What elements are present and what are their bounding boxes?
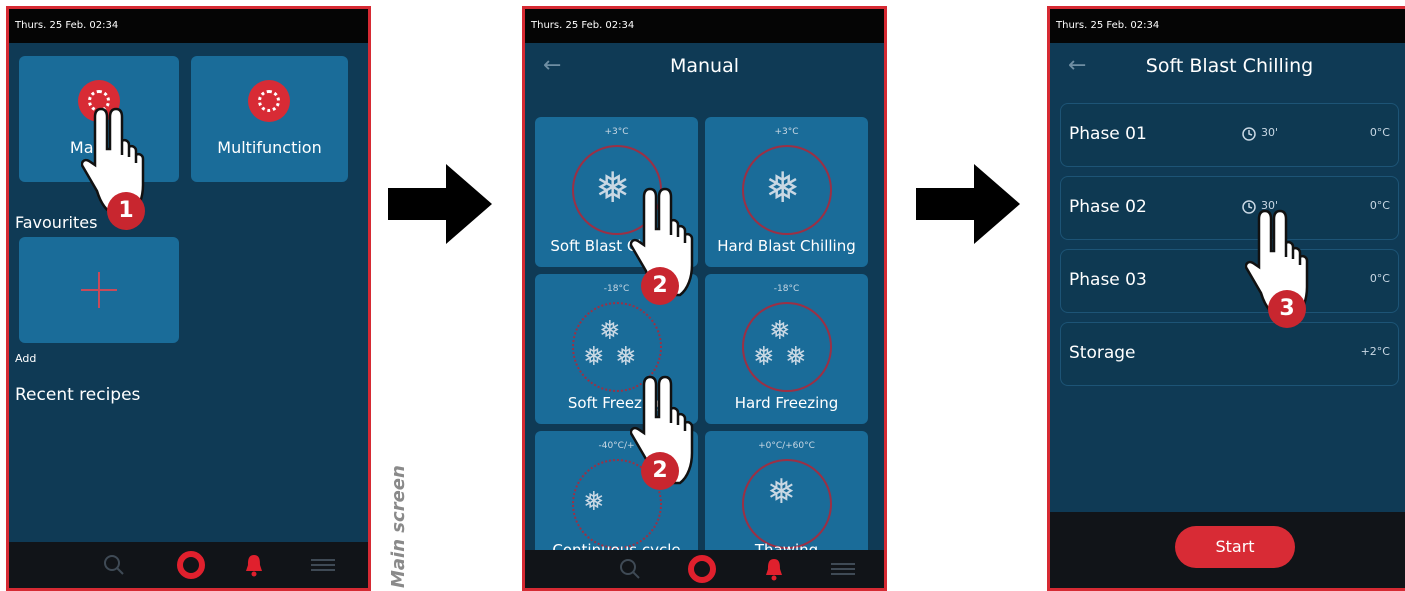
tile-label: Hard Freezing xyxy=(734,394,839,412)
tile-multifunction[interactable]: Multifunction xyxy=(191,56,348,182)
menu-icon[interactable] xyxy=(309,552,337,578)
snowflake-icon: ❅ xyxy=(767,472,796,512)
snowflake-icon: ❅ xyxy=(753,342,775,372)
menu-icon[interactable] xyxy=(829,556,857,582)
step-3-badge: 3 xyxy=(1268,290,1306,328)
main-screen: Thurs. 25 Feb. 02:34 Manual Multifunctio… xyxy=(6,6,371,591)
page-title: Manual xyxy=(669,55,740,77)
tile-hard-freezing[interactable]: -18°C ❅ ❅ ❅ Hard Freezing xyxy=(705,274,868,424)
search-icon[interactable] xyxy=(617,556,643,582)
tile-temp: -18°C xyxy=(773,284,800,294)
phase-temp: +2°C xyxy=(1360,345,1390,358)
snowflake-icon: ❅ xyxy=(583,342,605,372)
phase-name: Phase 03 xyxy=(1069,270,1147,290)
status-time: Thurs. 25 Feb. 02:34 xyxy=(15,20,119,31)
phase-row[interactable]: Phase 03 0°C xyxy=(1060,249,1399,313)
tile-hard-blast-chilling[interactable]: +3°C ❅ Hard Blast Chilling xyxy=(705,117,868,267)
step-1-badge: 1 xyxy=(107,192,145,230)
bottom-nav xyxy=(525,550,884,588)
tile-temp: +0°C/+60°C xyxy=(758,441,815,451)
bell-icon[interactable] xyxy=(243,552,265,578)
status-time: Thurs. 25 Feb. 02:34 xyxy=(1056,20,1160,31)
tile-temp: +3°C xyxy=(774,127,799,137)
status-bar: Thurs. 25 Feb. 02:34 xyxy=(525,9,884,43)
phase-temp: 0°C xyxy=(1369,272,1390,285)
search-icon[interactable] xyxy=(101,552,127,578)
phase-row[interactable]: Phase 01 30' 0°C xyxy=(1060,103,1399,167)
manual-screen: Thurs. 25 Feb. 02:34 ← Manual +3°C ❅ Sof… xyxy=(522,6,887,591)
add-favourite-tile[interactable] xyxy=(19,237,179,343)
snowflake-icon: ❅ xyxy=(595,163,631,212)
step-2-badge: 2 xyxy=(641,452,679,490)
recent-recipes-heading: Recent recipes xyxy=(15,385,141,405)
tile-label: Hard Blast Chilling xyxy=(717,237,856,255)
phase-name: Storage xyxy=(1069,343,1136,363)
snowflake-icon: ❅ xyxy=(583,487,605,517)
multifunction-icon xyxy=(248,80,290,122)
phase-name: Phase 02 xyxy=(1069,197,1147,217)
snowflake-icon: ❅ xyxy=(785,342,807,372)
bottom-nav xyxy=(9,542,368,588)
add-label: Add xyxy=(15,352,37,365)
bell-icon[interactable] xyxy=(763,556,785,582)
phase-temp: 0°C xyxy=(1369,126,1390,139)
tile-temp: +3°C xyxy=(604,127,629,137)
phase-temp: 0°C xyxy=(1369,199,1390,212)
phase-row[interactable]: Phase 02 30' 0°C xyxy=(1060,176,1399,240)
storage-row[interactable]: Storage +2°C xyxy=(1060,322,1399,386)
home-icon[interactable] xyxy=(687,554,717,584)
right-arrow-icon xyxy=(388,164,492,244)
status-bar: Thurs. 25 Feb. 02:34 xyxy=(1050,9,1405,43)
home-icon[interactable] xyxy=(176,550,206,580)
action-bar: Start xyxy=(1050,512,1405,588)
page-title: Soft Blast Chilling xyxy=(1145,55,1314,77)
main-screen-label: Main screen xyxy=(388,465,409,588)
snowflake-icon: ❅ xyxy=(765,163,801,212)
status-bar: Thurs. 25 Feb. 02:34 xyxy=(9,9,368,43)
snowflake-icon: ❅ xyxy=(615,342,637,372)
phase-time: 30' xyxy=(1261,126,1279,139)
clock-icon xyxy=(1242,127,1256,141)
soft-blast-chilling-screen: Thurs. 25 Feb. 02:34 ← Soft Blast Chilli… xyxy=(1047,6,1405,591)
phase-name: Phase 01 xyxy=(1069,124,1147,144)
status-time: Thurs. 25 Feb. 02:34 xyxy=(531,20,635,31)
tile-multifunction-label: Multifunction xyxy=(217,138,322,157)
step-2-badge: 2 xyxy=(641,267,679,305)
start-button[interactable]: Start xyxy=(1175,526,1295,568)
right-arrow-icon xyxy=(916,164,1020,244)
plus-icon xyxy=(81,272,117,308)
